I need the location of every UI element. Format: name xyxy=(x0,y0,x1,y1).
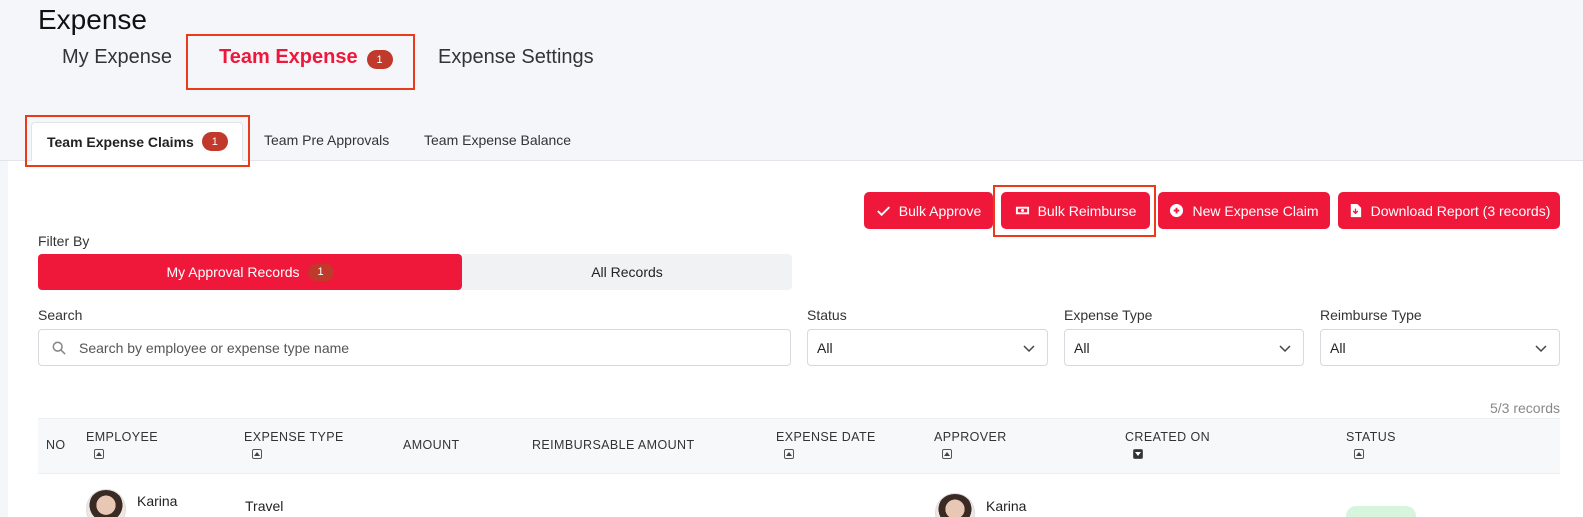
all-records-label: All Records xyxy=(591,264,663,280)
th-expense-type[interactable]: EXPENSE TYPE xyxy=(244,430,344,462)
page-title: Expense xyxy=(38,4,147,35)
bulk-reimburse-label: Bulk Reimburse xyxy=(1037,202,1137,219)
th-no: NO xyxy=(46,438,66,452)
subtab-label: Team Expense Claims xyxy=(47,133,194,150)
tab-expense-settings[interactable]: Expense Settings xyxy=(438,46,594,69)
employee-name[interactable]: Karina xyxy=(137,493,177,509)
tab-label: Team Expense xyxy=(219,46,358,68)
check-icon xyxy=(876,206,890,217)
expense-type-select-value: All xyxy=(1074,339,1090,356)
subtab-badge: 1 xyxy=(201,132,228,151)
reimburse-type-filter-label: Reimburse Type xyxy=(1320,307,1422,323)
reimburse-type-select-value: All xyxy=(1330,339,1346,356)
chevron-down-icon xyxy=(1023,345,1035,353)
subtab-team-expense-balance[interactable]: Team Expense Balance xyxy=(424,132,571,148)
th-status-label: STATUS xyxy=(1346,430,1396,444)
new-expense-claim-label: New Expense Claim xyxy=(1192,202,1319,219)
download-report-button[interactable]: Download Report (3 records) xyxy=(1338,192,1560,229)
file-download-icon xyxy=(1350,203,1361,218)
status-badge xyxy=(1346,506,1416,517)
th-reimbursable-amount: REIMBURSABLE AMOUNT xyxy=(532,438,695,452)
subtab-label: Team Pre Approvals xyxy=(264,132,390,148)
th-employee[interactable]: EMPLOYEE xyxy=(86,430,158,462)
th-created-on-label: CREATED ON xyxy=(1125,430,1211,444)
approver-name: Karina xyxy=(986,498,1027,514)
sort-icon[interactable] xyxy=(94,449,104,459)
bulk-approve-label: Bulk Approve xyxy=(898,202,982,219)
search-input[interactable]: Search by employee or expense type name xyxy=(38,329,791,366)
sort-icon[interactable] xyxy=(784,449,794,459)
chevron-down-icon xyxy=(1279,345,1291,353)
expense-type-select[interactable]: All xyxy=(1064,329,1304,366)
records-count: 5/3 records xyxy=(1490,400,1561,416)
th-created-on[interactable]: CREATED ON xyxy=(1125,430,1210,462)
new-expense-claim-button[interactable]: New Expense Claim xyxy=(1158,192,1330,229)
th-amount: AMOUNT xyxy=(403,438,460,452)
tab-badge: 1 xyxy=(366,50,393,69)
expense-type-cell: Travel xyxy=(245,498,284,514)
search-label: Search xyxy=(38,307,83,323)
th-employee-label: EMPLOYEE xyxy=(86,430,158,444)
my-approval-records-toggle[interactable]: My Approval Records 1 xyxy=(38,254,462,290)
bulk-reimburse-button[interactable]: Bulk Reimburse xyxy=(1001,192,1150,229)
subtab-team-pre-approvals[interactable]: Team Pre Approvals xyxy=(264,132,389,148)
th-expense-type-label: EXPENSE TYPE xyxy=(244,430,344,444)
search-icon xyxy=(52,341,66,355)
sort-icon[interactable] xyxy=(1354,449,1364,459)
tab-label: My Expense xyxy=(62,46,173,68)
expense-type-filter-label: Expense Type xyxy=(1064,307,1153,323)
cash-icon xyxy=(1015,206,1029,215)
filter-by-label: Filter By xyxy=(38,233,90,249)
my-approval-records-label: My Approval Records xyxy=(166,264,300,280)
status-select[interactable]: All xyxy=(807,329,1048,366)
tab-team-expense[interactable]: Team Expense 1 xyxy=(219,46,393,69)
bulk-approve-button[interactable]: Bulk Approve xyxy=(864,192,993,229)
sort-icon[interactable] xyxy=(942,449,952,459)
search-placeholder: Search by employee or expense type name xyxy=(79,339,350,356)
th-status[interactable]: STATUS xyxy=(1346,430,1396,462)
status-select-value: All xyxy=(817,339,833,356)
sort-icon[interactable] xyxy=(252,449,262,459)
status-filter-label: Status xyxy=(807,307,847,323)
tab-my-expense[interactable]: My Expense xyxy=(62,46,172,69)
plus-circle-icon xyxy=(1170,203,1184,218)
th-approver[interactable]: APPROVER xyxy=(934,430,1007,462)
my-approval-records-badge: 1 xyxy=(307,263,334,281)
th-expense-date[interactable]: EXPENSE DATE xyxy=(776,430,876,462)
download-report-label: Download Report (3 records) xyxy=(1370,202,1551,219)
chevron-down-icon xyxy=(1535,345,1547,353)
reimburse-type-select[interactable]: All xyxy=(1320,329,1560,366)
subtab-label: Team Expense Balance xyxy=(424,132,572,148)
sort-desc-icon[interactable] xyxy=(1133,449,1143,459)
th-approver-label: APPROVER xyxy=(934,430,1007,444)
th-expense-date-label: EXPENSE DATE xyxy=(776,430,876,444)
subtab-team-expense-claims[interactable]: Team Expense Claims 1 xyxy=(47,132,228,151)
tab-label: Expense Settings xyxy=(438,46,594,68)
all-records-toggle[interactable]: All Records xyxy=(462,254,792,290)
